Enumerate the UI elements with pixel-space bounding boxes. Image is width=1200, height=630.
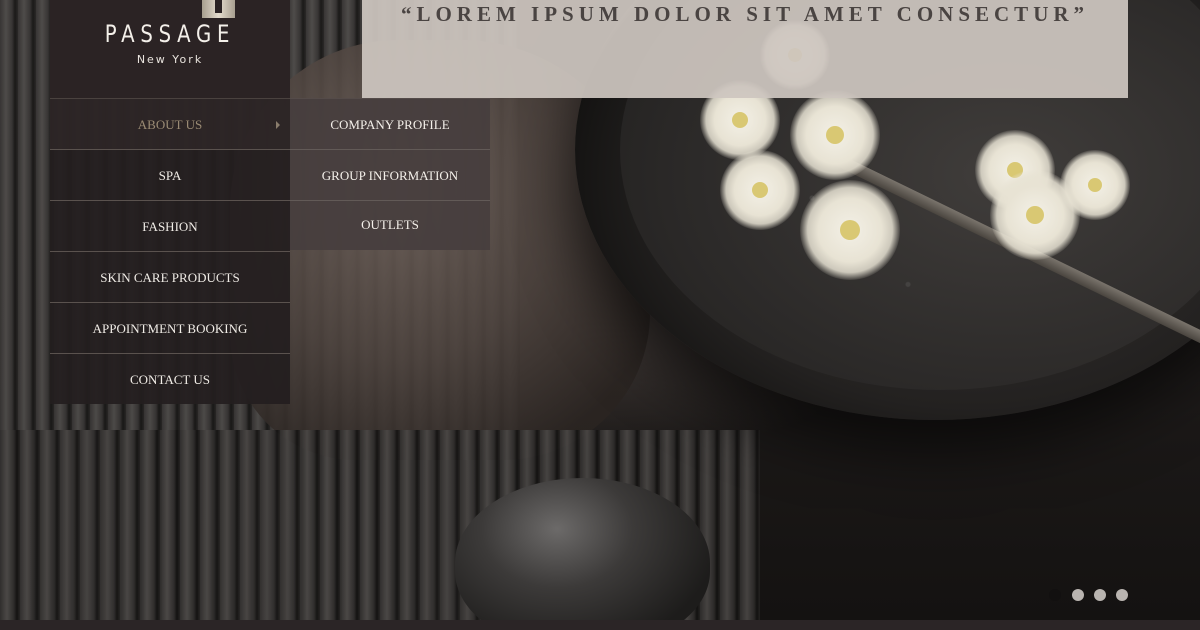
nav-item-contact-us[interactable]: CONTACT US <box>50 353 290 404</box>
about-us-submenu: COMPANY PROFILE GROUP INFORMATION OUTLET… <box>290 98 490 250</box>
banner-quote: “LOREM IPSUM DOLOR SIT AMET CONSECTUR” <box>400 2 1090 26</box>
chevron-right-icon <box>276 121 280 129</box>
nav-item-label: CONTACT US <box>130 372 210 387</box>
nav-item-spa[interactable]: SPA <box>50 149 290 200</box>
nav-item-label: FASHION <box>142 219 198 234</box>
slider-pagination <box>1049 589 1139 601</box>
nav-item-about-us[interactable]: ABOUT US <box>50 98 290 149</box>
blossom <box>800 180 900 280</box>
nav-item-appointment-booking[interactable]: APPOINTMENT BOOKING <box>50 302 290 353</box>
nav-item-skin-care-products[interactable]: SKIN CARE PRODUCTS <box>50 251 290 302</box>
blossom <box>720 150 800 230</box>
logo-city: New York <box>136 53 204 66</box>
logo-name: PASSAGE <box>104 20 236 48</box>
blossom <box>1060 150 1130 220</box>
logo[interactable]: PASSAGE New York <box>50 0 290 98</box>
main-nav: ABOUT US SPA FASHION SKIN CARE PRODUCTS … <box>50 98 290 404</box>
quote-banner: “LOREM IPSUM DOLOR SIT AMET CONSECTUR” <box>362 0 1128 98</box>
blossom <box>790 90 880 180</box>
submenu-item-company-profile[interactable]: COMPANY PROFILE <box>290 98 490 149</box>
logo-mark-icon <box>202 0 235 18</box>
nav-item-label: SKIN CARE PRODUCTS <box>100 270 240 285</box>
nav-item-label: ABOUT US <box>137 117 203 132</box>
slider-dot[interactable] <box>1094 589 1106 601</box>
slider-dot[interactable] <box>1072 589 1084 601</box>
submenu-item-outlets[interactable]: OUTLETS <box>290 200 490 250</box>
slider-dot[interactable] <box>1116 589 1128 601</box>
footer-strip <box>0 620 1200 630</box>
slider-dot[interactable] <box>1049 589 1061 601</box>
nav-item-label: APPOINTMENT BOOKING <box>92 321 248 336</box>
submenu-item-group-information[interactable]: GROUP INFORMATION <box>290 149 490 200</box>
nav-item-fashion[interactable]: FASHION <box>50 200 290 251</box>
nav-item-label: SPA <box>158 168 182 183</box>
